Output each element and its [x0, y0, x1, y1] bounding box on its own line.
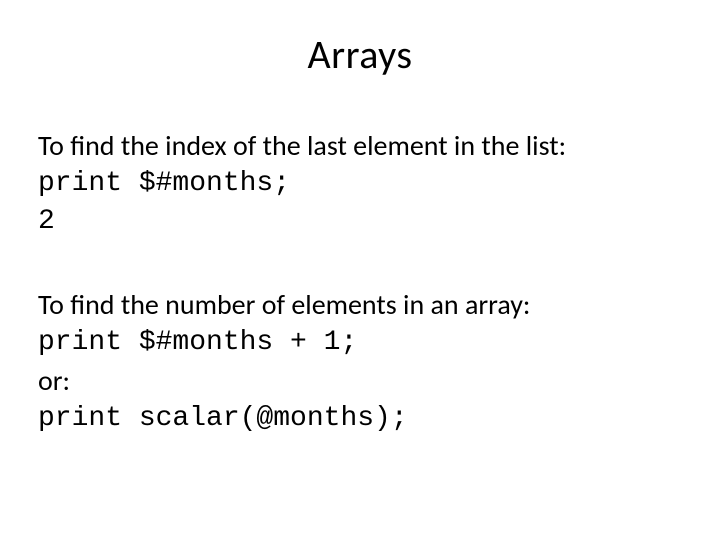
block-last-index: To find the index of the last element in… [38, 127, 682, 240]
intro-text: To find the index of the last element in… [38, 127, 682, 165]
slide-title: Arrays [38, 30, 682, 79]
block-count: To find the number of elements in an arr… [38, 286, 682, 437]
code-line: print scalar(@months); [38, 400, 682, 438]
slide: Arrays To find the index of the last ele… [0, 0, 720, 540]
code-line: print $#months + 1; [38, 324, 682, 362]
or-text: or: [38, 362, 682, 400]
code-line: print $#months; [38, 165, 682, 203]
slide-body: To find the index of the last element in… [38, 127, 682, 438]
intro-text: To find the number of elements in an arr… [38, 286, 682, 324]
output-line: 2 [38, 203, 682, 241]
